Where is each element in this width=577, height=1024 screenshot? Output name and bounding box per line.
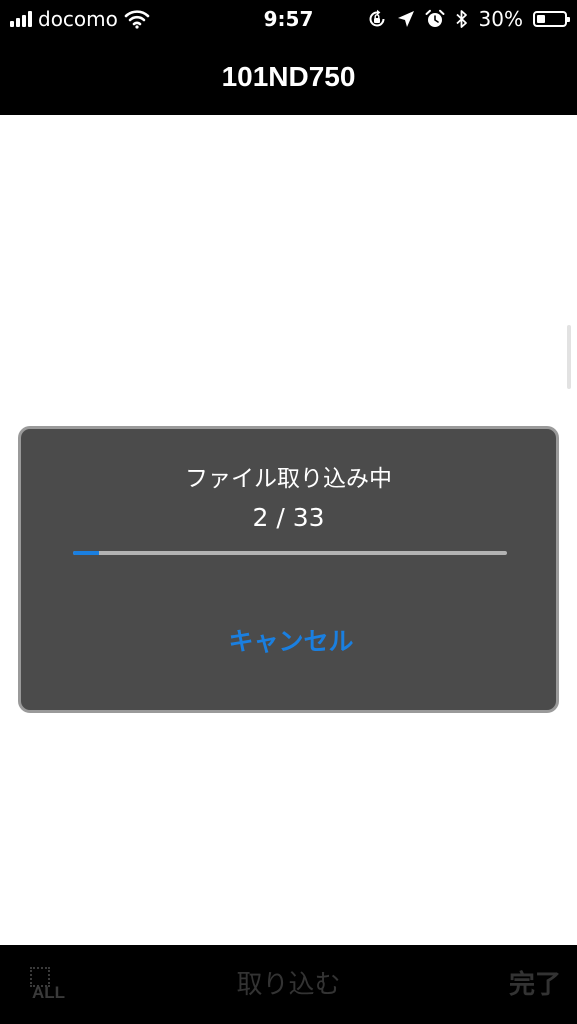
battery-fill	[537, 15, 545, 23]
import-button[interactable]: 取り込む	[200, 965, 377, 1005]
cancel-button[interactable]: キャンセル	[191, 617, 391, 667]
bluetooth-icon	[455, 10, 467, 28]
scroll-indicator	[567, 325, 571, 389]
select-all-button[interactable]: ALL	[26, 963, 70, 1007]
status-right: 30%	[367, 6, 570, 32]
progress-count: 2 / 33	[252, 503, 325, 532]
select-all-label: ALL	[32, 983, 66, 1002]
import-progress-dialog: ファイル取り込み中 2 / 33 キャンセル	[18, 426, 559, 713]
dialog-title: ファイル取り込み中	[185, 466, 392, 492]
orientation-lock-icon	[369, 9, 385, 27]
location-icon	[397, 11, 414, 27]
battery-icon	[533, 11, 570, 27]
page-title: 101ND750	[221, 61, 356, 92]
progress-bar-fill	[73, 551, 99, 555]
done-button[interactable]: 完了	[509, 965, 561, 1005]
alarm-icon	[425, 9, 445, 27]
progress-bar	[73, 551, 507, 555]
status-bar: docomo 9:57 30%	[0, 0, 577, 38]
bottom-toolbar: ALL 取り込む 完了	[0, 945, 577, 1024]
battery-percent: 30%	[478, 7, 523, 31]
navigation-bar: 101ND750	[0, 38, 577, 115]
